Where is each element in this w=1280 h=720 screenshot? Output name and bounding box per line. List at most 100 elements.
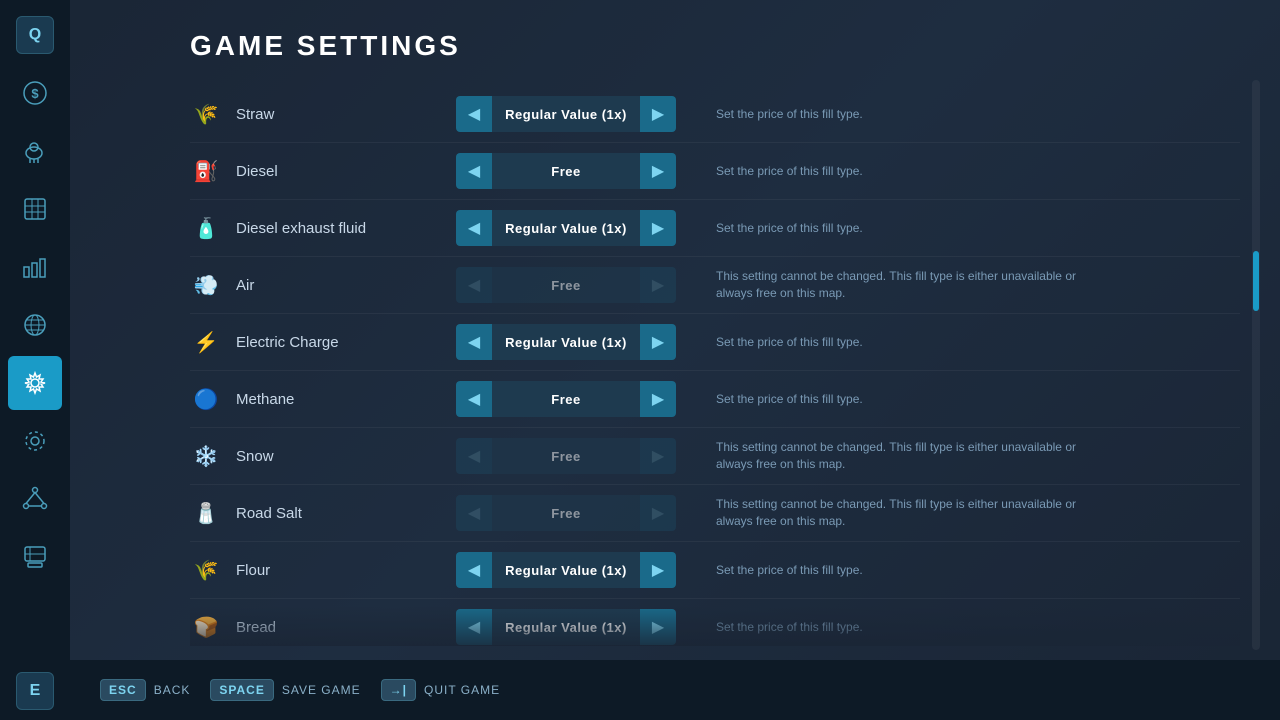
arrow-right-flour[interactable]: ▶ — [640, 552, 676, 588]
arrow-right-bread[interactable]: ▶ — [640, 609, 676, 645]
name-straw: Straw — [236, 106, 456, 123]
sidebar-item-animals[interactable] — [8, 124, 62, 178]
arrow-right-electric-charge[interactable]: ▶ — [640, 324, 676, 360]
sidebar-item-map[interactable] — [8, 298, 62, 352]
arrow-left-road-salt: ◀ — [456, 495, 492, 531]
value-control-electric-charge: ◀Regular Value (1x)▶ — [456, 324, 676, 360]
settings-list: 🌾Straw◀Regular Value (1x)▶Set the price … — [190, 86, 1240, 646]
arrow-left-diesel-exhaust[interactable]: ◀ — [456, 210, 492, 246]
desc-diesel: Set the price of this fill type. — [716, 163, 863, 180]
key-hint-space: SPACE SAVE GAME — [210, 679, 360, 701]
value-display-road-salt: Free — [492, 495, 640, 531]
name-bread: Bread — [236, 619, 456, 636]
bottom-bar: ESC BACK SPACE SAVE GAME →| QUIT GAME — [70, 660, 1280, 720]
quit-label: QUIT GAME — [424, 683, 500, 697]
value-control-snow: ◀Free▶ — [456, 438, 676, 474]
q-label: Q — [29, 26, 41, 44]
arrow-right-diesel[interactable]: ▶ — [640, 153, 676, 189]
arrow-right-road-salt: ▶ — [640, 495, 676, 531]
scroll-thumb — [1253, 251, 1259, 311]
sidebar-item-settings[interactable] — [8, 414, 62, 468]
setting-row-snow: ❄️Snow◀Free▶This setting cannot be chang… — [190, 428, 1240, 485]
setting-row-road-salt: 🧂 Road Salt◀Free▶ This setting cannot be c… — [190, 485, 1240, 542]
key-hint-esc: ESC BACK — [100, 679, 190, 701]
svg-text:$: $ — [31, 86, 39, 101]
sidebar-item-production[interactable] — [8, 240, 62, 294]
desc-methane: Set the price of this fill type. — [716, 391, 863, 408]
setting-row-electric-charge: ⚡ Electric Charge◀Regular Value (1x)▶ Set … — [190, 314, 1240, 371]
icon-diesel-exhaust: 🧴 — [190, 212, 222, 244]
arrow-left-air: ◀ — [456, 267, 492, 303]
name-road-salt: Road Salt — [236, 505, 456, 522]
arrow-right-straw[interactable]: ▶ — [640, 96, 676, 132]
desc-flour: Set the price of this fill type. — [716, 562, 863, 579]
setting-row-flour: 🌾 Flour◀Regular Value (1x)▶ Set the price … — [190, 542, 1240, 599]
desc-road-salt: This setting cannot be changed. This fil… — [716, 496, 1076, 530]
value-control-bread: ◀Regular Value (1x)▶ — [456, 609, 676, 645]
space-key[interactable]: SPACE — [210, 679, 273, 701]
esc-key[interactable]: ESC — [100, 679, 146, 701]
quit-key[interactable]: →| — [381, 679, 416, 701]
setting-row-methane: 🔵 Methane◀Free▶ Set the price of this fill… — [190, 371, 1240, 428]
key-hint-quit: →| QUIT GAME — [381, 679, 500, 701]
icon-road-salt: 🧂 — [190, 497, 222, 529]
icon-flour: 🌾 — [190, 554, 222, 586]
value-control-road-salt: ◀Free▶ — [456, 495, 676, 531]
arrow-left-snow: ◀ — [456, 438, 492, 474]
space-label: SAVE GAME — [282, 683, 361, 697]
setting-row-air: 💨 Air◀Free▶ This setting cannot be changed… — [190, 257, 1240, 314]
sidebar: $ — [0, 0, 70, 720]
arrow-left-straw[interactable]: ◀ — [456, 96, 492, 132]
q-button[interactable]: Q — [16, 16, 54, 54]
esc-label: BACK — [154, 683, 191, 697]
scroll-track[interactable] — [1252, 80, 1260, 650]
value-display-flour: Regular Value (1x) — [492, 552, 640, 588]
value-control-methane: ◀Free▶ — [456, 381, 676, 417]
value-control-straw: ◀Regular Value (1x)▶ — [456, 96, 676, 132]
desc-electric-charge: Set the price of this fill type. — [716, 334, 863, 351]
arrow-left-flour[interactable]: ◀ — [456, 552, 492, 588]
value-control-air: ◀Free▶ — [456, 267, 676, 303]
value-display-straw: Regular Value (1x) — [492, 96, 640, 132]
desc-air: This setting cannot be changed. This fil… — [716, 268, 1076, 302]
sidebar-item-fields[interactable] — [8, 182, 62, 236]
value-display-bread: Regular Value (1x) — [492, 609, 640, 645]
sidebar-item-economy[interactable]: $ — [8, 66, 62, 120]
value-display-methane: Free — [492, 381, 640, 417]
setting-row-diesel-exhaust: 🧴Diesel exhaust fluid◀Regular Value (1x)… — [190, 200, 1240, 257]
arrow-right-air: ▶ — [640, 267, 676, 303]
desc-diesel-exhaust: Set the price of this fill type. — [716, 220, 863, 237]
name-air: Air — [236, 277, 456, 294]
icon-methane: 🔵 — [190, 383, 222, 415]
desc-bread: Set the price of this fill type. — [716, 619, 863, 636]
icon-bread: 🍞 — [190, 611, 222, 643]
sidebar-item-gamesettings[interactable] — [8, 356, 62, 410]
settings-wrapper: 🌾Straw◀Regular Value (1x)▶Set the price … — [190, 86, 1240, 646]
value-control-flour: ◀Regular Value (1x)▶ — [456, 552, 676, 588]
sidebar-item-network[interactable] — [8, 472, 62, 526]
value-display-electric-charge: Regular Value (1x) — [492, 324, 640, 360]
icon-air: 💨 — [190, 269, 222, 301]
setting-row-diesel: ⛽Diesel◀Free▶Set the price of this fill … — [190, 143, 1240, 200]
icon-straw: 🌾 — [190, 98, 222, 130]
arrow-left-methane[interactable]: ◀ — [456, 381, 492, 417]
value-control-diesel-exhaust: ◀Regular Value (1x)▶ — [456, 210, 676, 246]
name-flour: Flour — [236, 562, 456, 579]
value-display-air: Free — [492, 267, 640, 303]
value-display-snow: Free — [492, 438, 640, 474]
arrow-right-diesel-exhaust[interactable]: ▶ — [640, 210, 676, 246]
arrow-left-electric-charge[interactable]: ◀ — [456, 324, 492, 360]
arrow-left-diesel[interactable]: ◀ — [456, 153, 492, 189]
icon-diesel: ⛽ — [190, 155, 222, 187]
value-control-diesel: ◀Free▶ — [456, 153, 676, 189]
main-content: GAME SETTINGS 🌾Straw◀Regular Value (1x)▶… — [70, 0, 1280, 660]
name-methane: Methane — [236, 391, 456, 408]
e-label: E — [30, 682, 41, 700]
arrow-left-bread[interactable]: ◀ — [456, 609, 492, 645]
sidebar-item-help[interactable] — [8, 530, 62, 584]
name-electric-charge: Electric Charge — [236, 334, 456, 351]
arrow-right-methane[interactable]: ▶ — [640, 381, 676, 417]
icon-electric-charge: ⚡ — [190, 326, 222, 358]
page-title: GAME SETTINGS — [190, 30, 1240, 62]
e-button[interactable]: E — [16, 672, 54, 710]
